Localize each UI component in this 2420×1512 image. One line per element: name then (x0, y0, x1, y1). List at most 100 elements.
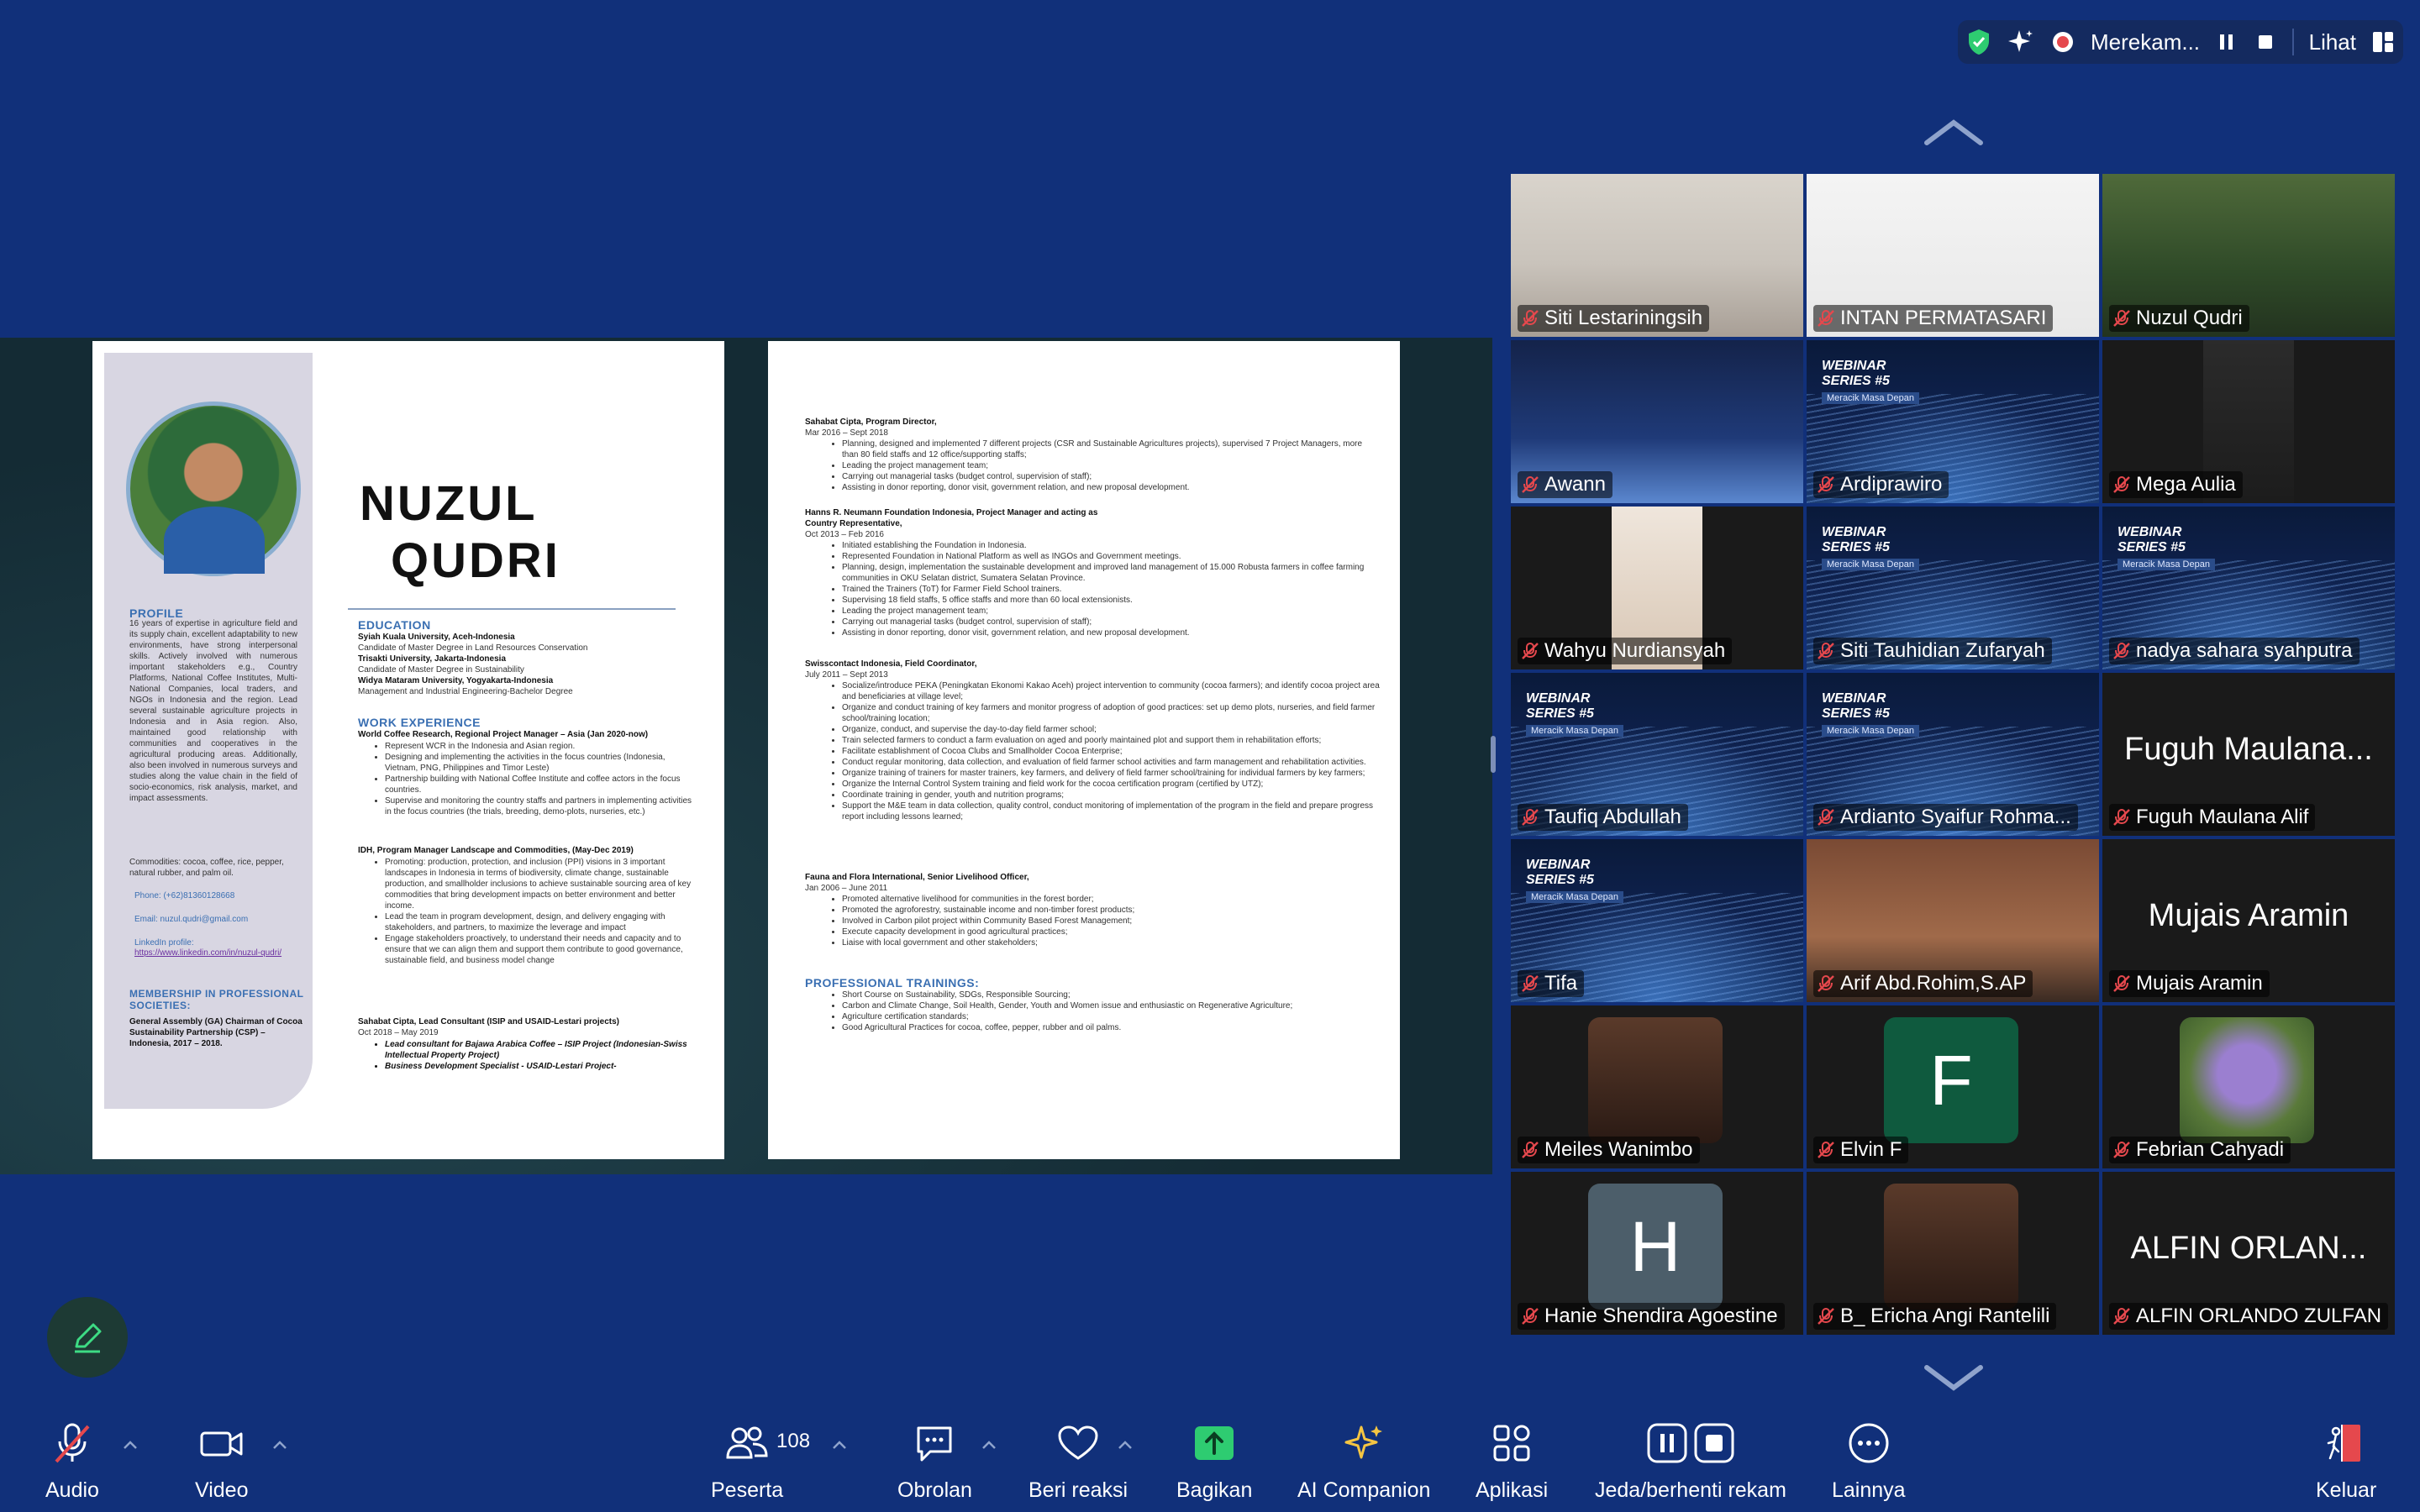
p2-4-head: Fauna and Flora International, Senior Li… (805, 873, 1029, 882)
work-2-bullets: Promoting: production, protection, and i… (385, 857, 696, 966)
splitter-handle[interactable] (1491, 736, 1496, 773)
participant-tile[interactable]: ALFIN ORLAN... ALFIN ORLANDO ZULFAN (2102, 1172, 2395, 1335)
participant-display-name: Mujais Aramin (2148, 898, 2349, 933)
webinar-subtitle: Meracik Masa Depan (1822, 392, 1919, 404)
participant-name: INTAN PERMATASARI (1840, 307, 2047, 329)
participant-tile[interactable]: Nuzul Qudri (2102, 174, 2395, 337)
participant-name: Ardiprawiro (1840, 473, 1943, 496)
react-options-caret-icon[interactable] (1118, 1440, 1133, 1450)
work-1-head: World Coffee Research, Regional Project … (358, 730, 649, 739)
mic-muted-icon (2113, 643, 2130, 659)
trainings-title: PROFESSIONAL TRAININGS: (805, 976, 980, 990)
participant-tile[interactable]: WEBINAR SERIES #5 Meracik Masa Depan Siti T… (1807, 507, 2099, 669)
participant-tile[interactable]: Siti Lestariningsih (1511, 174, 1803, 337)
webinar-title: WEBINAR SERIES #5 (1822, 359, 1890, 388)
more-button[interactable]: Lainnya (1832, 1420, 1906, 1503)
avatar: F (1884, 1017, 2018, 1143)
chat-options-caret-icon[interactable] (981, 1440, 997, 1450)
participant-name: Siti Lestariningsih (1544, 307, 1703, 329)
participant-name-label: Nuzul Qudri (2109, 305, 2249, 332)
gallery-layout-icon[interactable] (2371, 28, 2395, 56)
participant-name-label: ALFIN ORLANDO ZULFAN (2109, 1303, 2389, 1330)
participants-options-caret-icon[interactable] (832, 1440, 847, 1450)
participant-tile[interactable]: Mujais Aramin Mujais Aramin (2102, 839, 2395, 1002)
chevron-up-icon[interactable] (1923, 118, 1984, 148)
mic-muted-icon (1522, 975, 1539, 992)
participant-tile[interactable]: F Elvin F (1807, 1005, 2099, 1168)
audio-button[interactable]: Audio (45, 1420, 99, 1503)
record-control-button[interactable]: Jeda/berhenti rekam (1595, 1420, 1786, 1503)
mic-muted-icon (1818, 1142, 1834, 1158)
video-button[interactable]: Video (195, 1420, 249, 1503)
share-button[interactable]: Bagikan (1176, 1420, 1252, 1503)
participant-tile[interactable]: Wahyu Nurdiansyah (1511, 507, 1803, 669)
view-button[interactable]: Lihat (2309, 29, 2356, 55)
participant-tile[interactable]: WEBINAR SERIES #5 Meracik Masa Depan Ardipr… (1807, 340, 2099, 503)
webinar-subtitle: Meracik Masa Depan (1822, 559, 1919, 570)
leave-label: Keluar (2316, 1478, 2377, 1502)
participant-tile[interactable]: Fuguh Maulana... Fuguh Maulana Alif (2102, 673, 2395, 836)
participant-tile[interactable]: B_ Ericha Angi Rantelili (1807, 1172, 2099, 1335)
participant-name-label: Fuguh Maulana Alif (2109, 804, 2316, 831)
participant-tile[interactable]: H Hanie Shendira Agoestine (1511, 1172, 1803, 1335)
phone-text: Phone: (+62)81360128668 (134, 891, 235, 900)
mic-muted-icon (1522, 310, 1539, 327)
participant-name: B_ Ericha Angi Rantelili (1840, 1305, 2050, 1327)
mic-muted-icon (2113, 310, 2130, 327)
participant-tile[interactable]: WEBINAR SERIES #5 Meracik Masa Depan nadya … (2102, 507, 2395, 669)
avatar (1588, 1017, 1723, 1143)
leave-button[interactable]: Keluar (2316, 1420, 2376, 1503)
audio-options-caret-icon[interactable] (123, 1440, 138, 1450)
shield-check-icon[interactable] (1966, 28, 1991, 56)
trainings-list: Short Course on Sustainability, SDGs, Re… (842, 990, 1380, 1033)
participant-tile[interactable]: WEBINAR SERIES #5 Meracik Masa Depan Taufiq… (1511, 673, 1803, 836)
record-control-label: Jeda/berhenti rekam (1595, 1478, 1786, 1502)
participant-tile[interactable]: Awann (1511, 340, 1803, 503)
participant-name-label: Elvin F (1813, 1137, 1909, 1163)
participant-name: Febrian Cahyadi (2136, 1138, 2285, 1161)
participant-tile[interactable]: Meiles Wanimbo (1511, 1005, 1803, 1168)
chat-button[interactable]: Obrolan (897, 1420, 972, 1503)
react-button[interactable]: Beri reaksi (1028, 1420, 1128, 1503)
participant-tile[interactable]: WEBINAR SERIES #5 Meracik Masa Depan Ardian… (1807, 673, 2099, 836)
education-list: Syiah Kuala University, Aceh-Indonesia C… (358, 633, 588, 696)
linkedin-link[interactable]: https://www.linkedin.com/in/nuzul-qudri/ (134, 948, 294, 958)
participant-display-name: Fuguh Maulana... (2124, 732, 2373, 767)
mic-muted-icon (2113, 975, 2130, 992)
ai-companion-button[interactable]: AI Companion (1297, 1420, 1430, 1503)
participant-tile[interactable]: INTAN PERMATASARI (1807, 174, 2099, 337)
webinar-subtitle: Meracik Masa Depan (1526, 891, 1623, 903)
participant-name-label: Arif Abd.Rohim,S.AP (1813, 970, 2033, 997)
pause-icon[interactable] (2215, 28, 2238, 56)
participant-name: Taufiq Abdullah (1544, 806, 1681, 828)
more-label: Lainnya (1832, 1478, 1906, 1502)
annotate-button[interactable] (47, 1297, 128, 1378)
mic-muted-icon (1522, 643, 1539, 659)
mic-muted-icon (2113, 1308, 2130, 1325)
participants-button[interactable]: Peserta (711, 1420, 783, 1503)
participant-tile[interactable]: WEBINAR SERIES #5 Meracik Masa Depan Tifa (1511, 839, 1803, 1002)
leave-door-icon (2323, 1420, 2370, 1467)
mic-muted-icon (1818, 1308, 1834, 1325)
participant-name: Nuzul Qudri (2136, 307, 2243, 329)
meeting-toolbar: Audio Video Peserta 108 Obrolan Beri rea… (0, 1386, 2420, 1512)
profile-text: 16 years of expertise in agriculture fie… (129, 619, 297, 803)
participant-tile[interactable]: Mega Aulia (2102, 340, 2395, 503)
recording-dot-icon (2050, 28, 2075, 56)
participant-tile[interactable]: Arif Abd.Rohim,S.AP (1807, 839, 2099, 1002)
video-options-caret-icon[interactable] (272, 1440, 287, 1450)
participant-name: Arif Abd.Rohim,S.AP (1840, 972, 2027, 995)
video-camera-icon (198, 1420, 245, 1467)
participant-name-label: B_ Ericha Angi Rantelili (1813, 1303, 2057, 1330)
heart-icon (1055, 1420, 1102, 1467)
mic-muted-icon (1818, 809, 1834, 826)
participant-tile[interactable]: Febrian Cahyadi (2102, 1005, 2395, 1168)
divider (2291, 29, 2294, 55)
microphone-muted-icon (49, 1420, 96, 1467)
membership-title: MEMBERSHIP IN PROFESSIONAL SOCIETIES: (129, 988, 304, 1011)
apps-button[interactable]: Aplikasi (1476, 1420, 1548, 1503)
email-text: Email: nuzul.qudri@gmail.com (134, 915, 249, 924)
ai-sparkle-icon[interactable] (2007, 28, 2035, 56)
p2-3-date: July 2011 – Sept 2013 (805, 670, 888, 680)
stop-icon[interactable] (2254, 28, 2277, 56)
